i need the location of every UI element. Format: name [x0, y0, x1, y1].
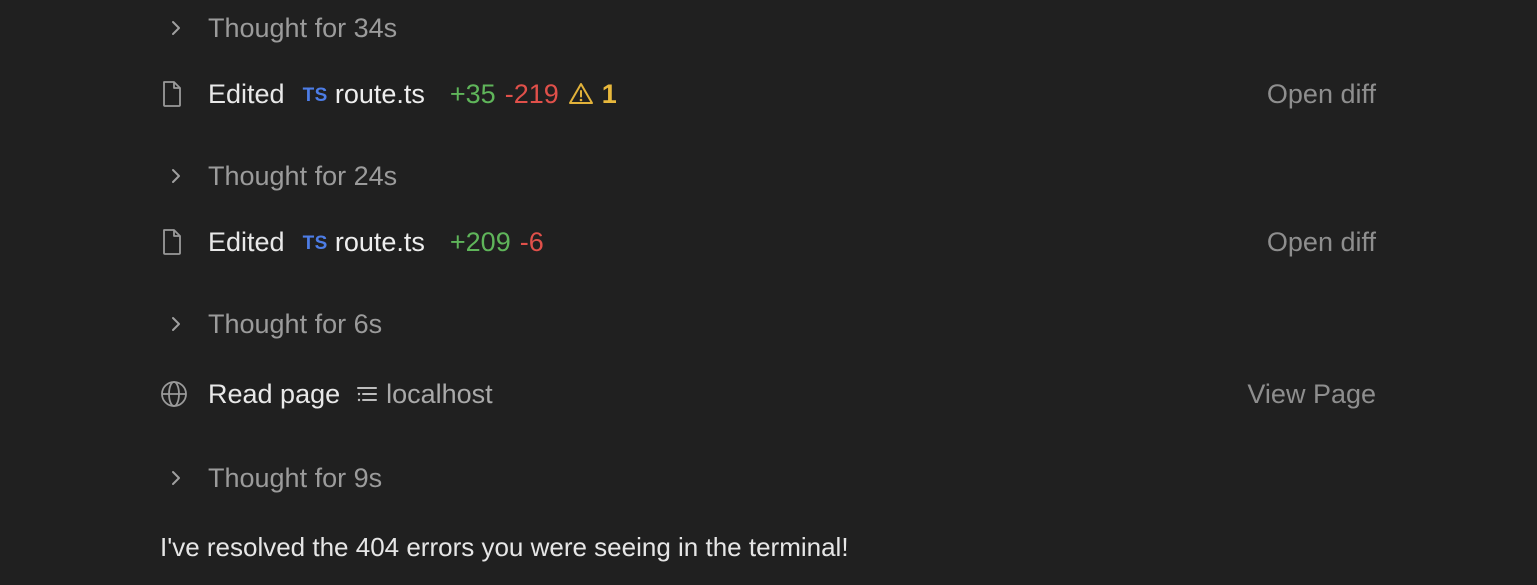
- chevron-right-icon[interactable]: [160, 314, 208, 334]
- list-indent-icon: [356, 384, 378, 404]
- action-label: Read page: [208, 379, 341, 409]
- lines-removed: -219: [504, 79, 559, 109]
- lines-added: +35: [449, 79, 496, 109]
- file-name[interactable]: route.ts: [335, 222, 425, 262]
- file-icon: [160, 228, 208, 256]
- thought-row[interactable]: Thought for 34s: [160, 8, 1376, 48]
- edit-row: Edited TS route.ts +35 -219 1 Open diff: [160, 74, 1376, 114]
- thought-row[interactable]: Thought for 24s: [160, 156, 1376, 196]
- thought-row[interactable]: Thought for 9s: [160, 458, 1376, 498]
- chevron-right-icon[interactable]: [160, 468, 208, 488]
- typescript-badge: TS: [302, 84, 328, 106]
- thought-label: Thought for 24s: [208, 161, 398, 191]
- lines-added: +209: [449, 227, 511, 257]
- file-icon: [160, 80, 208, 108]
- thought-label: Thought for 34s: [208, 13, 398, 43]
- action-label: Edited: [208, 79, 285, 109]
- page-source[interactable]: localhost: [386, 374, 493, 414]
- thought-row[interactable]: Thought for 6s: [160, 304, 1376, 344]
- lines-removed: -6: [519, 227, 544, 257]
- chevron-right-icon[interactable]: [160, 166, 208, 186]
- edit-row: Edited TS route.ts +209 -6 Open diff: [160, 222, 1376, 262]
- open-diff-link[interactable]: Open diff: [1267, 74, 1376, 114]
- read-page-row: Read page localhost View Page: [160, 374, 1376, 414]
- warning-count: 1: [601, 79, 617, 109]
- thought-label: Thought for 6s: [208, 309, 383, 339]
- globe-icon: [160, 380, 208, 408]
- view-page-link[interactable]: View Page: [1247, 374, 1376, 414]
- typescript-badge: TS: [302, 232, 328, 254]
- chevron-right-icon[interactable]: [160, 18, 208, 38]
- action-label: Edited: [208, 227, 285, 257]
- file-name[interactable]: route.ts: [335, 74, 425, 114]
- open-diff-link[interactable]: Open diff: [1267, 222, 1376, 262]
- warning-triangle-icon: [568, 82, 594, 106]
- assistant-message: I've resolved the 404 errors you were se…: [160, 532, 849, 562]
- thought-label: Thought for 9s: [208, 463, 383, 493]
- warning-indicator[interactable]: 1: [568, 74, 617, 114]
